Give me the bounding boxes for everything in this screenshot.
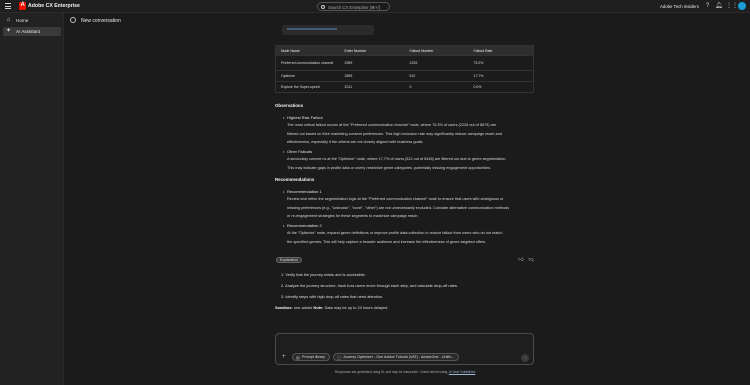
- table-row: Preferred communication channel 2959 222…: [275, 55, 534, 71]
- search-icon: [321, 4, 325, 9]
- home-icon: ⌂: [6, 17, 11, 23]
- text-line: The most critical fallout occurs at the …: [287, 123, 497, 127]
- table-row: Explore the Super-speed 2011 0 0.0%: [275, 81, 534, 93]
- disclaimer-text: Responses are generated using AI, and ma…: [335, 370, 449, 374]
- table-header: Fallout Rate: [468, 45, 534, 56]
- table-cell: 17.7%: [468, 70, 534, 82]
- recommendations-heading: Recommendations: [275, 177, 315, 182]
- page-title: New conversation: [81, 18, 121, 24]
- add-icon[interactable]: +: [282, 354, 286, 360]
- notifications-icon[interactable]: 🔔︎: [715, 3, 723, 10]
- chip-label: Prompt library: [302, 355, 325, 359]
- sidebar-item-label: Home: [16, 18, 29, 23]
- sidebar-item-label: AI Assistant: [16, 29, 41, 34]
- previous-message-line: [287, 28, 337, 30]
- library-icon: ▤: [296, 354, 300, 360]
- text-line: This may indicate gaps in profile data o…: [287, 165, 492, 170]
- observation-title: Highest Risk Fallout: [283, 115, 323, 120]
- table-cell: Preferred communication channel: [275, 55, 340, 71]
- text-line: A secondary concern is at the "Optimize"…: [287, 157, 507, 161]
- previous-message-block: [282, 25, 374, 35]
- note-value: Data may be up to 24 hours delayed.: [324, 305, 389, 310]
- table-cell: Explore the Super-speed: [275, 81, 340, 93]
- table-row: Optimize 2895 512 17.7%: [275, 70, 534, 82]
- observation-title: Other Fallouts: [283, 149, 312, 154]
- explanation-step: 2. Analyze the journey structure, track …: [281, 283, 459, 288]
- search-placeholder: Search CX Enterprise [⌘+/]: [328, 4, 380, 10]
- brand-name: Adobe CX Enterprise: [28, 3, 80, 9]
- table-cell: 0.0%: [468, 81, 534, 93]
- sandbox-value: one-adobe: [293, 305, 313, 310]
- explanation-step: 3. Identify steps with high drop-off rat…: [281, 294, 384, 299]
- text-line: the specified genres. This will help cap…: [287, 239, 487, 244]
- avatar[interactable]: [738, 2, 746, 10]
- table-cell: 0: [404, 81, 469, 93]
- table-header-row: Node Name Enter Number Fallout Number Fa…: [275, 45, 534, 56]
- table-cell: 512: [404, 70, 469, 82]
- sidebar-item-ai-assistant[interactable]: ✦ AI Assistant: [3, 27, 61, 36]
- journey-icon: ▢: [337, 354, 341, 360]
- table-cell: 75.2%: [468, 55, 534, 71]
- table-cell: 2011: [339, 81, 405, 93]
- text-line: filtered out based on their marketing co…: [287, 131, 502, 136]
- ai-guidelines-link[interactable]: AI User Guidelines: [449, 370, 476, 374]
- fallout-table: Node Name Enter Number Fallout Number Fa…: [275, 45, 534, 93]
- table-header: Fallout Number: [404, 45, 469, 56]
- table-cell: 2226: [404, 55, 469, 71]
- explanation-step: 1. Verify that the journey exists and is…: [281, 272, 366, 277]
- note-label: Note:: [313, 305, 324, 310]
- send-button[interactable]: ↑: [521, 354, 529, 362]
- thumbs-down-icon[interactable]: 👎︎: [528, 257, 534, 263]
- context-chip[interactable]: ▢ Journey Optimizer - One Adobe Tutorial…: [333, 353, 459, 361]
- sidebar-item-home[interactable]: ⌂ Home: [3, 16, 61, 25]
- prompt-library-button[interactable]: ▤ Prompt library: [292, 353, 330, 361]
- recommendation-text: Review and refine the segmentation logic…: [287, 195, 509, 221]
- message-input[interactable]: + ▤ Prompt library ▢ Journey Optimizer -…: [275, 333, 534, 365]
- text-line: Review and refine the segmentation logic…: [287, 197, 504, 201]
- disclaimer: Responses are generated using AI, and ma…: [335, 370, 475, 374]
- observation-text: A secondary concern is at the "Optimize"…: [287, 155, 506, 172]
- text-line: or re-engagement strategies for these se…: [287, 214, 419, 218]
- adobe-logo-icon: [19, 2, 26, 10]
- recommendation-text: At the "Optimize" node, expand genre def…: [287, 229, 502, 246]
- hamburger-menu-icon[interactable]: [5, 3, 11, 9]
- ai-assistant-icon: ✦: [5, 28, 12, 34]
- thumbs-up-icon[interactable]: 👍︎: [518, 257, 524, 263]
- observation-text: The most critical fallout occurs at the …: [287, 121, 502, 147]
- org-switcher[interactable]: Adobe Tech Insiders: [660, 4, 699, 9]
- sandbox-note: Sandbox: one-adobe Note: Data may be up …: [275, 305, 388, 310]
- search-input[interactable]: Search CX Enterprise [⌘+/]: [317, 2, 390, 11]
- recommendation-title: Recommendation 1: [283, 189, 322, 194]
- text-line: At the "Optimize" node, expand genre def…: [287, 231, 503, 235]
- help-icon[interactable]: ?: [704, 3, 711, 10]
- text-line: missing preferences (e.g., "unknown", "n…: [287, 205, 510, 210]
- conversation-icon[interactable]: [70, 17, 76, 23]
- table-header: Node Name: [275, 45, 340, 56]
- sidebar: ⌂ Home ✦ AI Assistant: [0, 13, 64, 385]
- sandbox-label: Sandbox:: [275, 305, 293, 310]
- table-header: Enter Number: [339, 45, 405, 56]
- table-cell: 2895: [339, 70, 405, 82]
- observations-heading: Observations: [275, 103, 304, 108]
- chip-label: Journey Optimizer - One Adobe Tutorial (…: [343, 355, 455, 359]
- explanation-badge[interactable]: Explanation: [276, 257, 302, 263]
- recommendation-title: Recommendation 2: [283, 223, 322, 228]
- table-cell: 2959: [339, 55, 405, 71]
- app-grid-icon[interactable]: ⋮⋮: [726, 3, 738, 10]
- table-cell: Optimize: [275, 70, 340, 82]
- top-bar: Adobe CX Enterprise Search CX Enterprise…: [0, 0, 750, 13]
- text-line: effectiveness, especially if the criteri…: [287, 140, 424, 144]
